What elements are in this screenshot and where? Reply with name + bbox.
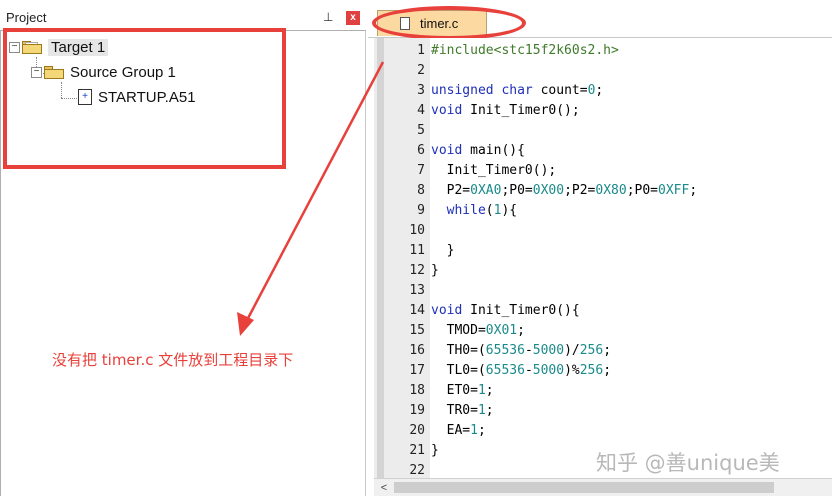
code-line[interactable]: TMOD=0X01; [431,321,525,341]
pin-icon[interactable]: ⊥ [323,11,333,23]
line-number: 2 [417,63,425,78]
code-line[interactable]: ET0=1; [431,381,494,401]
code-line[interactable]: while(1){ [431,201,517,221]
code-line[interactable]: } [431,241,455,261]
code-line[interactable]: } [431,261,439,281]
line-number: 11 [409,243,425,258]
line-number: 4 [417,103,425,118]
code-line[interactable]: } [431,441,439,461]
line-number: 7 [417,163,425,178]
line-number: 9 [417,203,425,218]
line-number: 18 [409,383,425,398]
horizontal-scrollbar[interactable]: < [374,478,832,496]
annotation-text: 没有把 timer.c 文件放到工程目录下 [52,351,294,369]
code-line[interactable]: TH0=(65536-5000)/256; [431,341,611,361]
line-number: 15 [409,323,425,338]
code-line[interactable]: void Init_Timer0(){ [431,301,580,321]
code-line[interactable]: P2=0XA0;P0=0X00;P2=0X80;P0=0XFF; [431,181,698,201]
line-number: 1 [417,43,425,58]
watermark: 知乎 @善unique美 [596,451,780,475]
scroll-left-icon[interactable]: < [376,480,392,496]
line-number: 8 [417,183,425,198]
line-number: 10 [409,223,425,238]
line-number: 17 [409,363,425,378]
project-panel-title: Project [6,10,47,25]
line-number: 19 [409,403,425,418]
close-icon[interactable]: x [346,11,360,25]
code-line[interactable]: #include<stc15f2k60s2.h> [431,41,619,61]
line-number: 21 [409,443,425,458]
highlight-box [3,28,286,169]
code-line[interactable]: unsigned char count=0; [431,81,603,101]
code-line[interactable]: EA=1; [431,421,486,441]
code-line[interactable]: Init_Timer0(); [431,161,557,181]
line-number: 5 [417,123,425,138]
line-number: 16 [409,343,425,358]
line-number: 14 [409,303,425,318]
line-number: 20 [409,423,425,438]
line-number: 12 [409,263,425,278]
line-number: 3 [417,83,425,98]
code-line[interactable]: void Init_Timer0(); [431,101,580,121]
project-panel-header: Project ⊥ x [0,0,366,30]
highlight-ellipse [372,6,526,40]
line-number: 6 [417,143,425,158]
code-line[interactable]: TR0=1; [431,401,494,421]
code-line[interactable]: TL0=(65536-5000)%256; [431,361,611,381]
code-line[interactable]: void main(){ [431,141,525,161]
scrollbar-thumb[interactable] [394,482,774,493]
line-number: 13 [409,283,425,298]
